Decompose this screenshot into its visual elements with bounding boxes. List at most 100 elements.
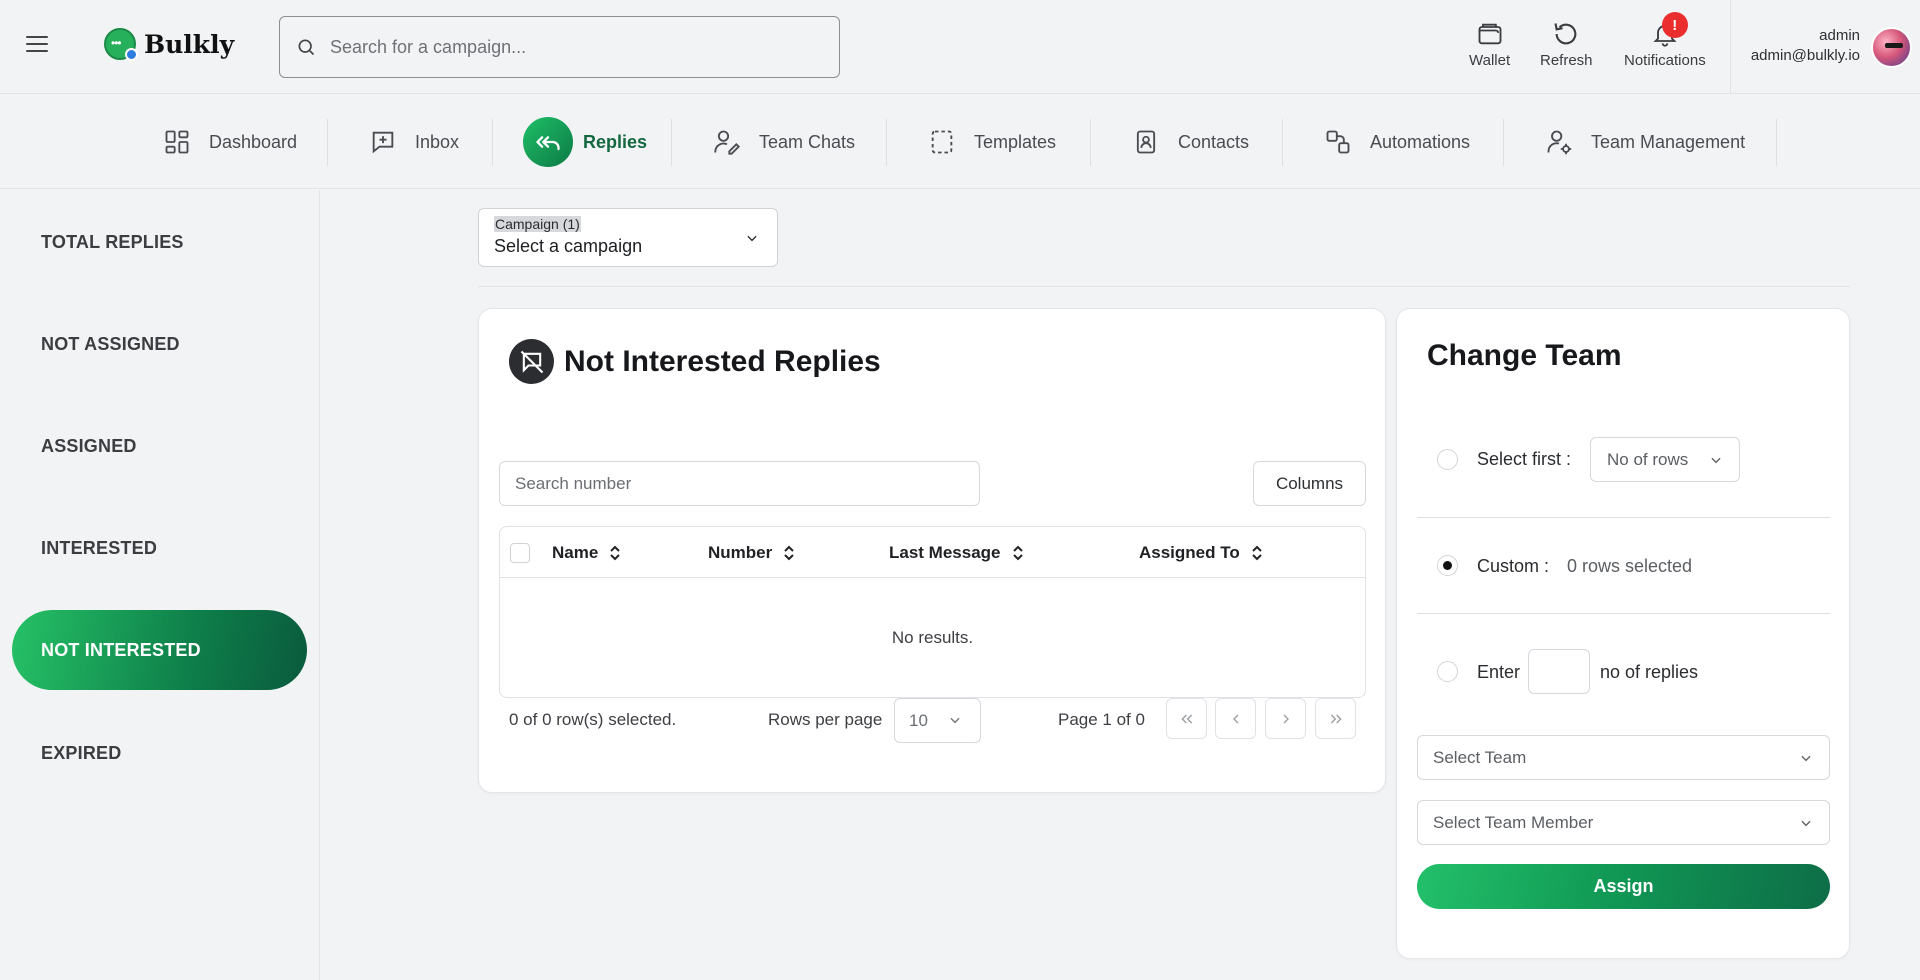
- custom-label: Custom :: [1477, 556, 1550, 576]
- columns-button[interactable]: Columns: [1253, 461, 1366, 506]
- replies-title: Not Interested Replies: [564, 344, 881, 378]
- assign-button[interactable]: Assign: [1417, 864, 1830, 909]
- notifications-button[interactable]: Notifications !: [1624, 12, 1706, 69]
- rows-per-page-label: Rows per page: [768, 710, 883, 729]
- sort-icon: [1012, 545, 1023, 560]
- automations-icon: [1326, 130, 1350, 154]
- no-of-rows-select[interactable]: No of rows: [1590, 437, 1740, 482]
- search-icon: [298, 39, 315, 56]
- column-label: Name: [552, 542, 599, 562]
- nav-divider: [327, 119, 328, 166]
- replies-card-header: Not Interested Replies: [509, 339, 881, 384]
- sidebar-item-expired[interactable]: EXPIRED: [12, 713, 307, 793]
- nav-automations[interactable]: Automations: [1324, 95, 1470, 189]
- notifications-label: Notifications: [1624, 52, 1706, 69]
- replies-card: Not Interested Replies Columns Name Numb…: [478, 308, 1386, 793]
- reply-all-icon: [523, 117, 573, 167]
- sidebar-item-not-assigned[interactable]: NOT ASSIGNED: [12, 304, 307, 384]
- inbox-icon: [372, 131, 394, 154]
- sidebar-item-assigned[interactable]: ASSIGNED: [12, 406, 307, 486]
- refresh-icon: [1554, 23, 1577, 45]
- nav-contacts[interactable]: Contacts: [1132, 95, 1249, 189]
- nav-replies[interactable]: Replies: [523, 95, 647, 189]
- enter-radio[interactable]: [1437, 661, 1458, 682]
- app-logo[interactable]: Bulkly: [104, 28, 235, 61]
- column-last-message-header[interactable]: Last Message: [889, 527, 1025, 578]
- column-number-header[interactable]: Number: [708, 527, 796, 578]
- nav-label: Automations: [1370, 131, 1471, 152]
- select-first-label: Select first :: [1477, 449, 1572, 469]
- campaign-select[interactable]: Campaign (1) Select a campaign: [478, 208, 778, 267]
- next-page-button[interactable]: [1265, 698, 1306, 739]
- custom-radio[interactable]: [1437, 555, 1458, 576]
- enter-suffix: no of replies: [1600, 662, 1699, 682]
- campaign-search-input[interactable]: [330, 36, 810, 58]
- nav-divider: [886, 119, 887, 166]
- previous-page-button[interactable]: [1215, 698, 1256, 739]
- chevrons-right-icon: [1330, 714, 1342, 723]
- sidebar-item-total-replies[interactable]: TOTAL REPLIES: [12, 202, 307, 282]
- content-divider: [478, 286, 1850, 287]
- refresh-label: Refresh: [1540, 52, 1593, 69]
- campaign-search[interactable]: [279, 16, 840, 78]
- nav-divider: [1282, 119, 1283, 166]
- notification-badge: !: [1661, 12, 1688, 38]
- select-team-member-placeholder: Select Team Member: [1433, 812, 1594, 832]
- hamburger-menu-icon[interactable]: [26, 36, 48, 54]
- first-page-button[interactable]: [1166, 698, 1207, 739]
- nav-team-chats[interactable]: Team Chats: [713, 95, 855, 189]
- wallet-button[interactable]: Wallet: [1469, 20, 1510, 69]
- select-all-checkbox[interactable]: [510, 543, 530, 563]
- enter-label: Enter: [1477, 662, 1521, 682]
- nav-inbox[interactable]: Inbox: [369, 95, 459, 189]
- option-divider: [1417, 517, 1830, 518]
- refresh-button[interactable]: Refresh: [1540, 20, 1593, 69]
- nav-divider: [1776, 119, 1777, 166]
- chevron-down-icon: [950, 717, 960, 724]
- sidebar-item-interested[interactable]: INTERESTED: [12, 508, 307, 588]
- wallet-icon: [1478, 23, 1501, 45]
- chevron-left-icon: [1232, 714, 1238, 723]
- change-team-card: Change Team Select first : No of rows Cu…: [1396, 308, 1850, 959]
- select-team-dropdown[interactable]: Select Team: [1417, 735, 1830, 780]
- last-page-button[interactable]: [1315, 698, 1356, 739]
- nav-templates[interactable]: Templates: [928, 95, 1056, 189]
- user-name: admin: [1819, 27, 1860, 44]
- nav-label: Dashboard: [209, 131, 298, 152]
- nav-label: Team Chats: [759, 131, 856, 152]
- search-number-input[interactable]: [499, 461, 980, 506]
- sidebar-item-not-interested[interactable]: NOT INTERESTED: [12, 610, 307, 690]
- sort-icon: [1252, 545, 1262, 560]
- select-first-radio[interactable]: [1437, 449, 1458, 470]
- column-assigned-to-header[interactable]: Assigned To: [1139, 527, 1264, 578]
- custom-rows-selected: 0 rows selected: [1567, 556, 1693, 576]
- nav-label: Templates: [974, 131, 1057, 152]
- replies-count-input[interactable]: [1528, 649, 1590, 694]
- nav-dashboard[interactable]: Dashboard: [163, 95, 297, 189]
- top-header: Bulkly Wallet Refresh Notifications ! ad…: [0, 0, 1920, 94]
- nav-label: Contacts: [1178, 131, 1250, 152]
- main-nav: Dashboard Inbox Replies Team Chats Templ…: [0, 95, 1920, 189]
- templates-icon: [931, 130, 953, 154]
- team-chats-icon: [714, 130, 740, 155]
- avatar[interactable]: [1871, 27, 1912, 68]
- selection-summary: 0 of 0 row(s) selected.: [509, 710, 677, 729]
- nav-team-management[interactable]: Team Management: [1545, 95, 1745, 189]
- wallet-label: Wallet: [1469, 52, 1511, 69]
- sort-icon: [784, 545, 794, 560]
- rows-per-page-select[interactable]: 10: [894, 698, 981, 743]
- logo-chat-icon: [104, 28, 138, 61]
- option-divider: [1417, 613, 1830, 614]
- message-off-icon: [509, 339, 554, 384]
- app-name: Bulkly: [144, 29, 235, 59]
- chevron-down-icon: [1711, 457, 1721, 464]
- change-team-title: Change Team: [1427, 339, 1622, 372]
- team-management-icon: [1547, 130, 1572, 155]
- rows-per-page-value: 10: [909, 710, 928, 730]
- user-info[interactable]: admin admin@bulkly.io: [1751, 26, 1860, 66]
- column-name-header[interactable]: Name: [552, 527, 622, 578]
- column-label: Number: [708, 542, 773, 562]
- dashboard-icon: [165, 130, 189, 154]
- chevron-right-icon: [1283, 714, 1289, 723]
- select-team-member-dropdown[interactable]: Select Team Member: [1417, 800, 1830, 845]
